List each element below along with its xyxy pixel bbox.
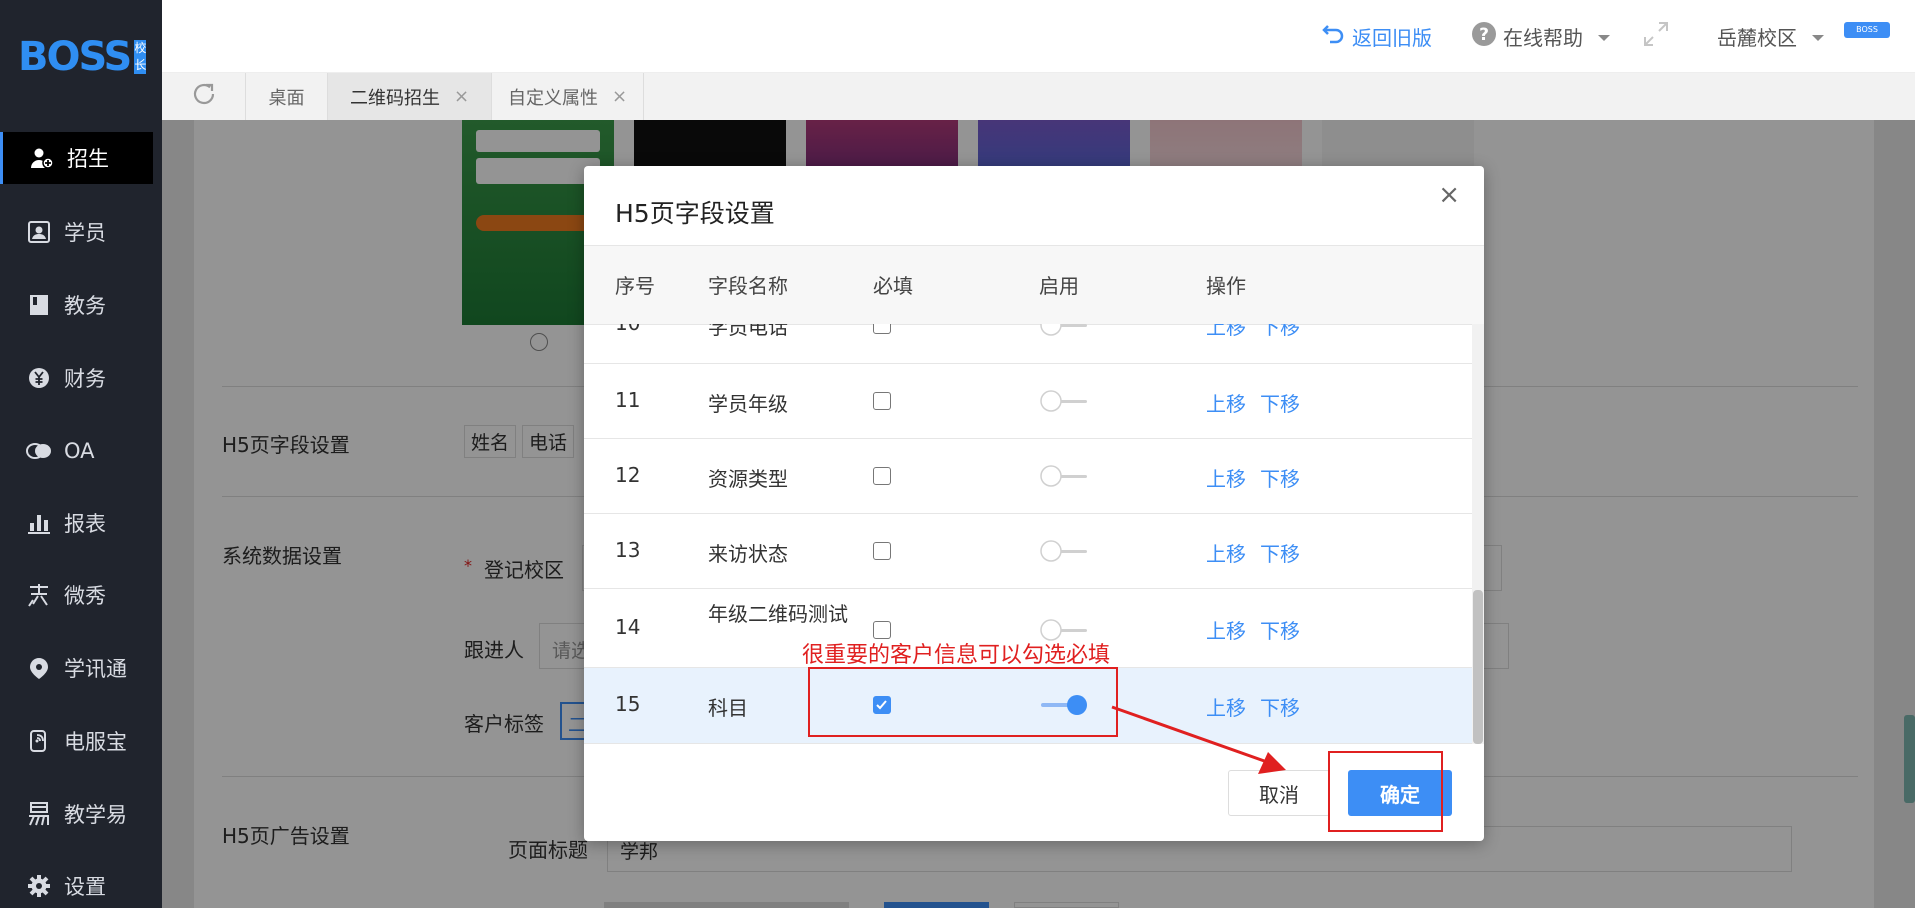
- annotation-arrow: [1111, 705, 1286, 774]
